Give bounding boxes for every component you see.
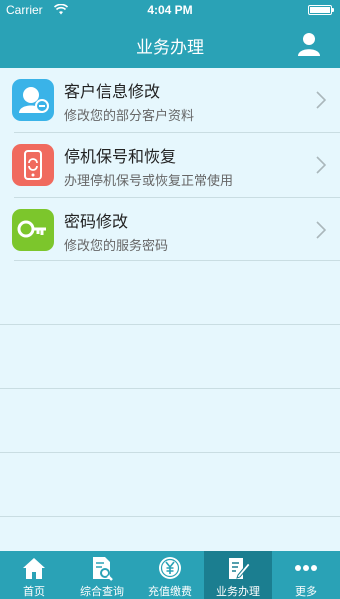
more-icon (295, 565, 317, 571)
tab-label: 综合查询 (80, 585, 124, 598)
tab-business[interactable]: 业务办理 (204, 551, 272, 599)
service-list: 客户信息修改 修改您的部分客户资料 停机保号和恢复 办理停机保号或恢复正常使用 (0, 68, 340, 551)
nav-bar: 业务办理 (0, 20, 340, 68)
tab-label: 更多 (295, 585, 317, 598)
list-item-suspend-restore[interactable]: 停机保号和恢复 办理停机保号或恢复正常使用 (0, 133, 340, 197)
item-title: 客户信息修改 (64, 82, 161, 101)
list-item-customer-info[interactable]: 客户信息修改 修改您的部分客户资料 (0, 68, 340, 132)
item-title: 密码修改 (64, 212, 129, 231)
status-bar: Carrier 4:04 PM (0, 0, 340, 20)
item-subtitle: 修改您的部分客户资料 (64, 109, 195, 124)
list-item-password-change[interactable]: 密码修改 修改您的服务密码 (0, 198, 340, 262)
home-icon (23, 558, 45, 579)
key-icon (12, 209, 54, 251)
chevron-right-icon (316, 91, 326, 109)
tab-label: 业务办理 (216, 585, 260, 598)
item-title: 停机保号和恢复 (64, 147, 177, 166)
item-subtitle: 修改您的服务密码 (64, 239, 169, 254)
page-title: 业务办理 (136, 38, 204, 58)
divider (0, 452, 340, 453)
divider (0, 388, 340, 389)
query-icon (93, 557, 113, 581)
tab-query[interactable]: 综合查询 (68, 551, 136, 599)
customer-icon (12, 79, 54, 121)
tab-label: 充值缴费 (148, 585, 192, 598)
item-subtitle: 办理停机保号或恢复正常使用 (64, 174, 234, 189)
tab-bar: 首页 综合查询 充值缴费 业务办理 更多 (0, 551, 340, 599)
phone-icon (12, 144, 54, 186)
chevron-right-icon (316, 156, 326, 174)
tab-recharge[interactable]: 充值缴费 (136, 551, 204, 599)
battery-icon (308, 5, 334, 15)
divider (0, 516, 340, 517)
divider (0, 324, 340, 325)
edit-icon (229, 558, 251, 579)
user-icon[interactable] (298, 32, 320, 56)
tab-home[interactable]: 首页 (0, 551, 68, 599)
chevron-right-icon (316, 221, 326, 239)
divider (14, 260, 340, 261)
tab-more[interactable]: 更多 (272, 551, 340, 599)
tab-label: 首页 (23, 585, 45, 598)
status-time: 4:04 PM (147, 3, 193, 17)
yuan-icon (159, 557, 181, 579)
